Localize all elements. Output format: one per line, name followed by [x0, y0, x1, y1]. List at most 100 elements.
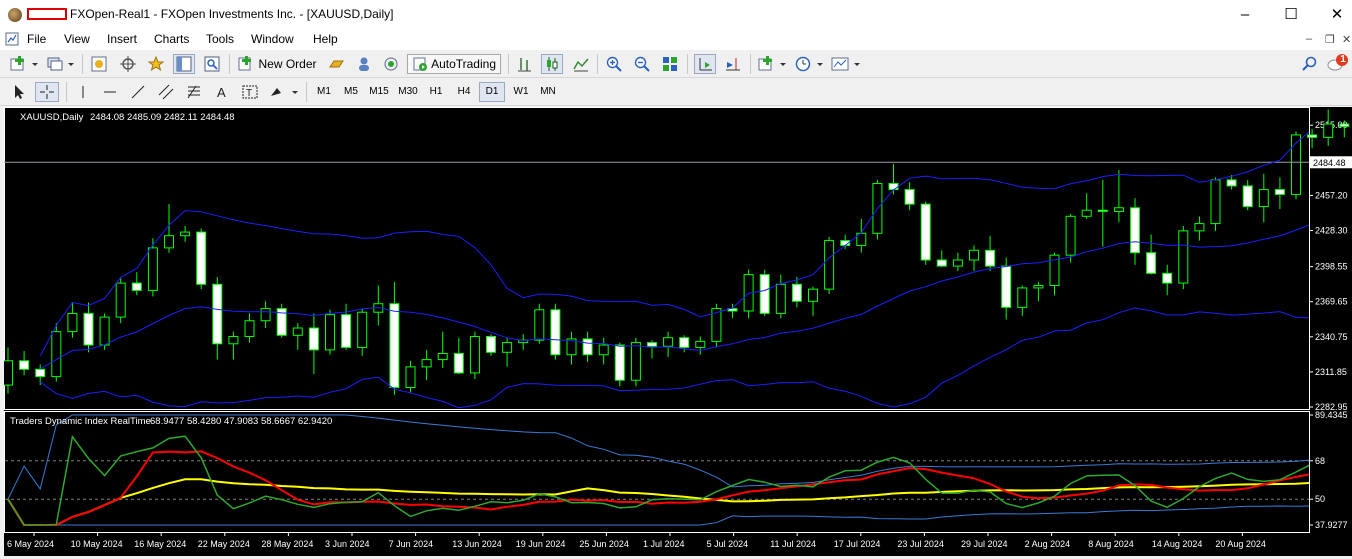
candlestick-chart-button[interactable] [541, 54, 563, 74]
zoom-in-button[interactable] [604, 54, 624, 74]
candle-body [454, 354, 463, 373]
auto-scroll-button[interactable] [694, 54, 716, 74]
candle [1292, 131, 1301, 199]
price-tick-label: 2428.30 [1315, 225, 1348, 235]
signals-button[interactable] [354, 54, 374, 74]
svg-text:T: T [246, 88, 252, 99]
child-close-icon[interactable]: ✕ [1342, 33, 1351, 46]
time-tick-label: 2 Aug 2024 [1025, 539, 1071, 549]
menu-file[interactable]: File [27, 32, 46, 46]
candle-body [1243, 186, 1252, 207]
cursor-button[interactable] [9, 82, 29, 102]
expert-button[interactable] [326, 54, 346, 74]
templates-button[interactable] [830, 54, 862, 74]
candle-body [438, 354, 447, 360]
market-signals-button[interactable] [381, 54, 401, 74]
candle [470, 332, 479, 379]
tile-windows-button[interactable] [660, 54, 680, 74]
profiles-button[interactable] [44, 54, 76, 74]
line-chart-button[interactable] [571, 54, 591, 74]
candle [390, 282, 399, 395]
menu-tools[interactable]: Tools [206, 32, 234, 46]
candle [631, 338, 640, 387]
timeframe-mn[interactable]: MN [535, 82, 561, 102]
candle [229, 332, 238, 360]
timeframe-h4[interactable]: H4 [451, 82, 477, 102]
menu-insert[interactable]: Insert [107, 32, 137, 46]
text-label-button[interactable]: T [240, 82, 260, 102]
toolbar-separator [66, 82, 67, 102]
candle-body [342, 315, 351, 348]
timeframe-m15[interactable]: M15 [366, 82, 392, 102]
candle [1098, 180, 1107, 247]
candle-body [52, 332, 61, 377]
favorites-button[interactable] [146, 54, 166, 74]
timeframe-h1[interactable]: H1 [423, 82, 449, 102]
crosshair-tool-button[interactable] [35, 82, 59, 102]
menu-charts[interactable]: Charts [154, 32, 189, 46]
menu-help[interactable]: Help [313, 32, 338, 46]
indicator-pane[interactable]: 89.4345685037.9277 [5, 410, 1352, 533]
timeframe-m30[interactable]: M30 [395, 82, 421, 102]
autotrading-button[interactable]: AutoTrading [407, 54, 501, 74]
candle-body [181, 232, 190, 236]
horizontal-line-button[interactable] [100, 82, 120, 102]
xauusd-daily-chart[interactable]: 2515.002457.202428.302398.552369.652340.… [4, 107, 1352, 556]
maximize-icon[interactable]: ☐ [1268, 0, 1314, 30]
indicator-tick-label: 37.9277 [1315, 520, 1348, 530]
vertical-line-button[interactable] [73, 82, 93, 102]
candle-body [1082, 210, 1091, 216]
menu-window[interactable]: Window [251, 32, 294, 46]
new-chart-button[interactable] [8, 54, 40, 74]
zoom-out-button[interactable] [632, 54, 652, 74]
time-tick-label: 6 May 2024 [7, 539, 54, 549]
new-order-button[interactable]: New Order [235, 54, 319, 74]
menu-view[interactable]: View [64, 32, 90, 46]
periodicity-button[interactable] [793, 54, 825, 74]
candle [535, 304, 544, 344]
strategy-tester-button[interactable] [202, 54, 222, 74]
fibonacci-button[interactable] [184, 82, 204, 102]
timeframe-m5[interactable]: M5 [338, 82, 364, 102]
channel-icon [158, 84, 174, 100]
document-chart-icon[interactable] [5, 32, 19, 46]
gold-bar-icon [328, 56, 344, 72]
candle-body [165, 236, 174, 248]
chart-window[interactable]: 2515.002457.202428.302398.552369.652340.… [4, 107, 1352, 556]
drawing-toolbar: A T M1 M5 M15 M30 H1 H4 D1 W1 MN [0, 78, 1352, 106]
timeframe-m1[interactable]: M1 [311, 82, 337, 102]
price-pane[interactable]: 2515.002457.202428.302398.552369.652340.… [4, 107, 1352, 412]
equidistant-channel-button[interactable] [156, 82, 176, 102]
timeframe-d1[interactable]: D1 [479, 82, 505, 102]
arrows-button[interactable] [268, 82, 300, 102]
price-tick-label: 2457.20 [1315, 190, 1348, 200]
navigator-window-button[interactable] [173, 54, 195, 74]
candle-body [358, 312, 367, 347]
notifications-button[interactable]: 1 [1326, 54, 1350, 74]
child-restore-icon[interactable]: ❐ [1325, 33, 1335, 46]
text-button[interactable]: A [212, 82, 232, 102]
trendline-button[interactable] [128, 82, 148, 102]
search-button[interactable] [1300, 54, 1320, 74]
timeframe-w1[interactable]: W1 [508, 82, 534, 102]
crosshair-button[interactable] [118, 54, 138, 74]
close-icon[interactable]: ✕ [1314, 0, 1352, 30]
candle-body [197, 232, 206, 284]
candle-body [116, 283, 125, 317]
bar-chart-button[interactable] [514, 54, 534, 74]
candle [406, 361, 415, 393]
candle-body [1034, 286, 1043, 288]
candle [438, 332, 447, 368]
indicators-button[interactable] [756, 54, 788, 74]
market-watch-button[interactable] [89, 54, 109, 74]
candle-body [1227, 180, 1236, 186]
chart-shift-button[interactable] [723, 54, 743, 74]
candle-body [1163, 273, 1172, 283]
child-minimize-icon[interactable]: – [1306, 33, 1312, 45]
tester-icon [204, 56, 220, 72]
candle-body [390, 304, 399, 388]
minimize-icon[interactable]: – [1222, 0, 1268, 30]
candle [487, 334, 496, 356]
candle-body [1211, 180, 1220, 224]
candle-body [937, 260, 946, 266]
